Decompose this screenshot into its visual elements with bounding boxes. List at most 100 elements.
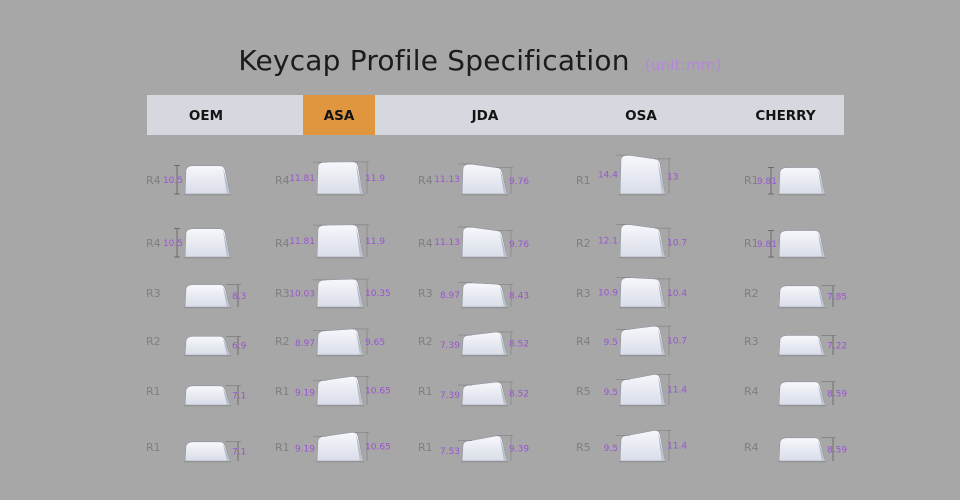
right-height-label: 11.4 xyxy=(667,386,687,396)
left-height-label: 10.03 xyxy=(289,289,315,299)
keycap-shape xyxy=(619,429,666,462)
keycap-shape xyxy=(461,381,508,406)
keycap-base xyxy=(316,355,364,357)
right-height-label: 11.9 xyxy=(365,237,385,247)
keycap-shape xyxy=(316,328,364,356)
right-height-label: 8.52 xyxy=(509,389,529,399)
left-height-label: 12.1 xyxy=(598,237,618,247)
row-label: R4 xyxy=(744,385,759,398)
keycap-base xyxy=(461,307,508,309)
row-label: R2 xyxy=(744,287,759,300)
right-height-label: 9.76 xyxy=(509,177,529,187)
right-height-label: 8.59 xyxy=(827,389,847,399)
keycap-base xyxy=(778,461,826,463)
keycap-base xyxy=(778,307,826,309)
keycap-base xyxy=(619,307,666,309)
keycap-shape xyxy=(316,431,364,462)
row-label: R4 xyxy=(418,174,433,187)
row-label: R1 xyxy=(418,441,433,454)
keycap-shape xyxy=(184,284,231,308)
keycap-shape xyxy=(461,331,508,356)
keycap-base xyxy=(461,461,508,463)
row-label: R4 xyxy=(275,237,290,250)
left-height-label: 9.19 xyxy=(295,445,315,455)
right-height-label: 8.3 xyxy=(232,292,246,302)
right-height-label: 10.35 xyxy=(365,289,391,299)
right-height-label: 10.65 xyxy=(365,387,391,397)
left-height-label: 10.5 xyxy=(163,239,183,249)
row-label: R2 xyxy=(275,335,290,348)
right-height-label: 6.9 xyxy=(232,342,247,352)
row-label: R1 xyxy=(576,174,591,187)
row-label: R3 xyxy=(576,287,591,300)
keycap-shape xyxy=(619,325,666,356)
right-height-label: 8.43 xyxy=(509,292,529,302)
keycap-shape xyxy=(184,165,231,195)
left-height-label: 7.53 xyxy=(440,447,460,457)
row-label: R1 xyxy=(418,385,433,398)
keycap-shape xyxy=(778,381,826,406)
left-height-label: 8.97 xyxy=(440,291,460,301)
keycap-base xyxy=(461,257,508,259)
keycap-shape xyxy=(778,230,826,258)
right-height-label: 7.1 xyxy=(232,447,246,457)
row-label: R1 xyxy=(275,385,290,398)
row-label: R4 xyxy=(146,174,161,187)
row-label: R4 xyxy=(418,237,433,250)
row-label: R1 xyxy=(146,385,161,398)
keycap-base xyxy=(184,257,231,259)
left-height-label: 9.19 xyxy=(295,389,315,399)
right-height-label: 13 xyxy=(667,172,678,182)
row-label: R2 xyxy=(418,335,433,348)
keycap-base xyxy=(184,307,231,309)
left-height-label: 7.39 xyxy=(440,391,460,401)
right-height-label: 9.39 xyxy=(509,444,529,454)
right-height-label: 9.76 xyxy=(509,240,529,250)
right-height-label: 8.59 xyxy=(827,445,847,455)
keycap-shape xyxy=(461,435,508,462)
row-label: R4 xyxy=(576,335,591,348)
row-label: R4 xyxy=(275,174,290,187)
left-height-label: 8.97 xyxy=(295,339,315,349)
left-height-label: 9.5 xyxy=(604,444,618,454)
keycap-base xyxy=(184,405,231,407)
keycap-base xyxy=(316,461,364,463)
keycap-base xyxy=(461,355,508,357)
row-label: R3 xyxy=(275,287,290,300)
keycap-base xyxy=(619,257,666,259)
keycap-shape xyxy=(461,163,508,195)
right-height-label: 8.52 xyxy=(509,339,529,349)
left-height-label: 9.81 xyxy=(757,177,777,187)
keycap-shape xyxy=(778,285,826,308)
row-label: R5 xyxy=(576,385,591,398)
keycap-shape xyxy=(316,224,364,258)
keycap-shape xyxy=(778,335,826,356)
row-label: R4 xyxy=(744,441,759,454)
keycap-base xyxy=(461,194,508,196)
row-label: R3 xyxy=(418,287,433,300)
left-height-label: 11.81 xyxy=(289,237,315,247)
row-label: R2 xyxy=(146,335,161,348)
keycap-base xyxy=(184,355,231,357)
keycap-base xyxy=(461,405,508,407)
row-label: R1 xyxy=(275,441,290,454)
row-label: R2 xyxy=(576,237,591,250)
left-height-label: 11.81 xyxy=(289,174,315,184)
right-height-label: 11.9 xyxy=(365,174,385,184)
left-height-label: 9.81 xyxy=(757,240,777,250)
keycap-shape xyxy=(778,437,826,462)
keycap-base xyxy=(316,194,364,196)
keycap-shape xyxy=(184,228,231,258)
left-height-label: 7.39 xyxy=(440,341,460,351)
keycap-shape xyxy=(778,167,826,195)
right-height-label: 7.85 xyxy=(827,292,847,302)
row-label: R3 xyxy=(146,287,161,300)
row-label: R3 xyxy=(744,335,759,348)
keycap-base xyxy=(619,194,666,196)
left-height-label: 9.5 xyxy=(604,338,618,348)
left-height-label: 11.13 xyxy=(434,175,460,185)
right-height-label: 9.65 xyxy=(365,338,385,348)
row-label: R1 xyxy=(146,441,161,454)
right-height-label: 7.1 xyxy=(232,391,246,401)
left-height-label: 10.9 xyxy=(598,288,618,298)
